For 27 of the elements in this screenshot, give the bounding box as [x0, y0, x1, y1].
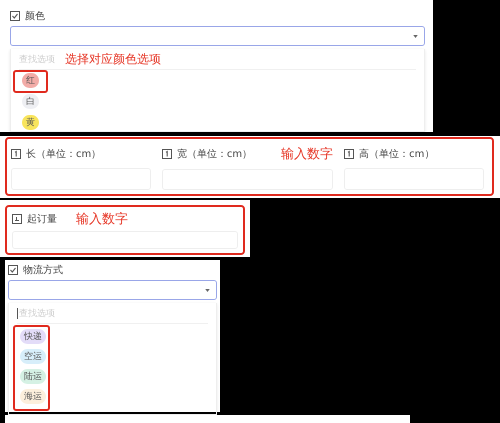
- number-icon: [11, 148, 21, 159]
- option-tag[interactable]: 海运: [20, 388, 46, 404]
- select-field[interactable]: [8, 280, 217, 300]
- number-icon: [12, 214, 22, 224]
- field-label: 起订量: [27, 212, 57, 226]
- caret-icon: [413, 34, 418, 38]
- text-cursor: [17, 308, 18, 318]
- field-label: 颜色: [25, 10, 45, 23]
- number-icon: [162, 149, 172, 159]
- option-tag[interactable]: 黄: [22, 115, 39, 130]
- caret-icon: [205, 288, 210, 292]
- option-tag[interactable]: 白: [22, 94, 39, 109]
- field-label: 长（单位：cm）: [26, 148, 102, 161]
- option-tag[interactable]: 快递: [20, 328, 46, 344]
- option-tag[interactable]: 红: [22, 73, 39, 88]
- annotation-text: 输入数字: [281, 146, 334, 163]
- number-icon: [344, 148, 354, 159]
- checkbox-icon: [8, 265, 18, 275]
- select-field[interactable]: [10, 26, 425, 46]
- field-label: 宽（单位：cm）: [176, 148, 252, 161]
- field-label: 物流方式: [23, 264, 63, 277]
- checkbox-icon: [10, 11, 20, 21]
- annotation-text: 输入数字: [76, 211, 128, 228]
- option-tag[interactable]: 空运: [20, 348, 46, 364]
- annotation-text: 选择对应颜色选项: [65, 50, 161, 68]
- option-tag[interactable]: 陆运: [20, 368, 46, 384]
- field-label: 高（单位：cm）: [359, 148, 434, 161]
